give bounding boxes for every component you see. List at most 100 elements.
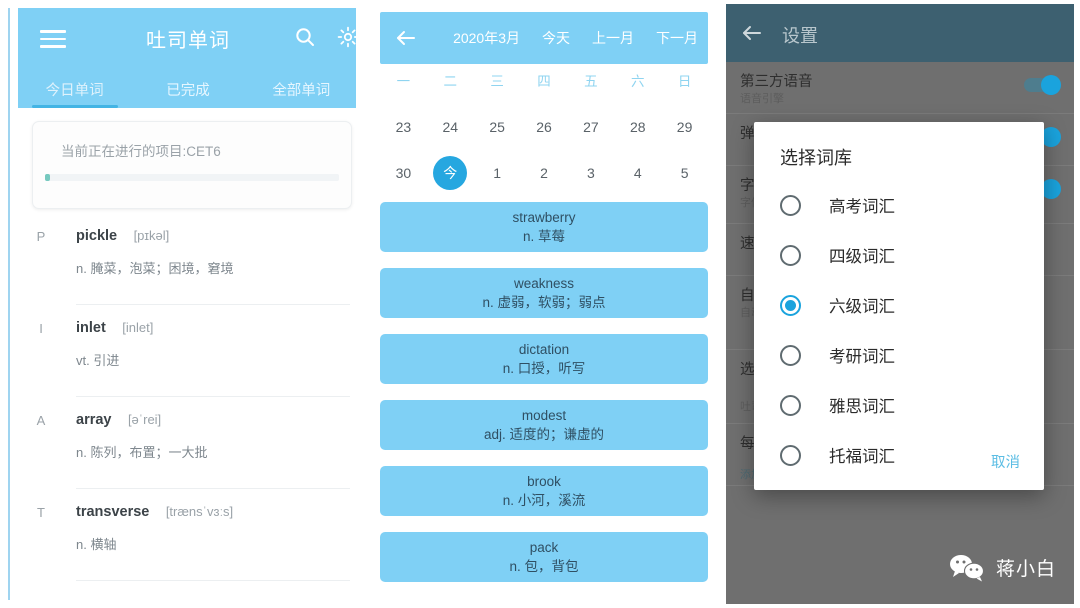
radio-button-icon[interactable] xyxy=(780,394,801,416)
calendar-day-cell[interactable]: 26 xyxy=(521,106,568,148)
middle-device-frame: 2020年3月 今天 上一月 下一月 一 二 三 四 五 六 日 23 24 2… xyxy=(372,6,716,602)
cancel-button[interactable]: 取消 xyxy=(991,451,1020,472)
calendar-day-label: 5 xyxy=(680,165,689,181)
calendar-day-label: 29 xyxy=(676,119,693,135)
weekday-label: 二 xyxy=(443,74,458,89)
settings-row-title: 第三方语音 xyxy=(740,74,813,90)
word-card-en: strawberry xyxy=(512,209,576,225)
settings-row-subtitle: 语音引擎 xyxy=(740,93,784,105)
radio-option-kaoyan[interactable]: 考研词汇 xyxy=(754,330,1044,380)
radio-option-ielts[interactable]: 雅思词汇 xyxy=(754,380,1044,430)
word-headline: array [əˈrei] xyxy=(76,411,161,429)
word-card-en: modest xyxy=(521,407,567,423)
list-item[interactable]: P pickle [pɪkəl] n. 腌菜，泡菜；困境，窘境 xyxy=(37,213,350,305)
middle-panel-calendar: 2020年3月 今天 上一月 下一月 一 二 三 四 五 六 日 23 24 2… xyxy=(368,0,720,608)
list-item[interactable]: T transverse [trænsˈvɜːs] n. 横轴 xyxy=(37,489,350,581)
gear-icon[interactable] xyxy=(336,25,356,51)
arrow-left-icon[interactable] xyxy=(394,26,418,50)
word-card[interactable]: brook n. 小河，溪流 xyxy=(380,466,708,516)
search-icon[interactable] xyxy=(293,25,319,51)
project-progress-fill xyxy=(45,174,50,181)
calendar-day-label: 3 xyxy=(586,165,595,181)
calendar-day-cell[interactable]: 27 xyxy=(567,106,614,148)
calendar-day-cell-today[interactable]: 今 xyxy=(427,152,474,194)
list-item[interactable]: I inlet [inlet] vt. 引进 xyxy=(39,305,350,397)
calendar-day-cell[interactable]: 28 xyxy=(614,106,661,148)
select-wordbook-dialog: 选择词库 高考词汇 四级词汇 六级词汇 考研词汇 雅思词汇 托福词汇 取消 xyxy=(754,122,1044,490)
radio-option-label: 考研词汇 xyxy=(829,348,895,366)
weekday-label: 一 xyxy=(396,74,411,89)
wordbook-radio-group: 高考词汇 四级词汇 六级词汇 考研词汇 雅思词汇 托福词汇 xyxy=(754,180,1044,480)
settings-appbar: 设置 xyxy=(726,4,1074,62)
radio-button-icon[interactable] xyxy=(780,244,801,266)
word-text: array xyxy=(76,412,112,428)
weekday-label: 五 xyxy=(584,74,598,89)
word-card-cn: adj. 适度的；谦虚的 xyxy=(483,426,605,442)
settings-row-third-party-voice[interactable]: 第三方语音 语音引擎 xyxy=(726,62,1074,114)
radio-option-cet4[interactable]: 四级词汇 xyxy=(754,230,1044,280)
dialog-title: 选择词库 xyxy=(780,148,852,168)
calendar-day-label: 2 xyxy=(540,165,548,181)
calendar-next-month-button[interactable]: 下一月 xyxy=(656,28,698,48)
project-progress-bar xyxy=(45,174,339,181)
word-card-cn: n. 口授，听写 xyxy=(502,360,586,376)
current-project-card[interactable]: 当前正在进行的项目:CET6 xyxy=(32,121,352,209)
radio-option-label: 四级词汇 xyxy=(829,248,895,266)
tab-completed-label: 已完成 xyxy=(166,82,210,99)
tab-completed[interactable]: 已完成 xyxy=(131,70,244,108)
radio-option-gaokao[interactable]: 高考词汇 xyxy=(754,180,1044,230)
tab-all-words[interactable]: 全部单词 xyxy=(245,70,356,108)
word-phonetic: [trænsˈvɜːs] xyxy=(165,504,234,519)
calendar-day-cell[interactable]: 3 xyxy=(567,152,614,194)
calendar-day-cell[interactable]: 29 xyxy=(661,106,708,148)
top-edge xyxy=(0,0,1080,3)
word-card-en: dictation xyxy=(518,341,570,357)
radio-button-icon-selected[interactable] xyxy=(780,294,801,316)
word-phonetic: [pɪkəl] xyxy=(133,228,170,243)
calendar-today-button[interactable]: 今天 xyxy=(542,28,570,48)
word-card-en: brook xyxy=(527,473,561,489)
calendar-week-row: 23 24 25 26 27 28 29 xyxy=(380,106,708,148)
radio-option-label: 六级词汇 xyxy=(829,298,895,316)
radio-button-icon[interactable] xyxy=(780,344,801,366)
word-headline: inlet [inlet] xyxy=(76,319,153,337)
calendar-day-cell[interactable]: 25 xyxy=(474,106,521,148)
tab-today-words[interactable]: 今日单词 xyxy=(18,70,131,108)
radio-button-icon[interactable] xyxy=(780,444,801,466)
tab-all-words-label: 全部单词 xyxy=(272,82,331,99)
arrow-left-icon[interactable] xyxy=(740,21,764,45)
calendar-day-label: 26 xyxy=(536,119,552,135)
list-item[interactable]: A array [əˈrei] n. 陈列，布置；一大批 xyxy=(37,397,350,489)
calendar-month-label: 2020年3月 xyxy=(453,30,520,46)
word-card[interactable]: weakness n. 虚弱，软弱；弱点 xyxy=(380,268,708,318)
word-card-cn: n. 包，背包 xyxy=(509,558,579,574)
word-card[interactable]: strawberry n. 草莓 xyxy=(380,202,708,252)
word-definition: vt. 引进 xyxy=(76,353,120,368)
calendar-day-label: 27 xyxy=(583,119,599,135)
word-card-en: pack xyxy=(529,539,559,555)
left-panel-today-words: 吐司单词 今日单词 已完成 全部单词 当前正在进行的项目:CET6 P pick… xyxy=(0,0,362,608)
radio-option-label: 雅思词汇 xyxy=(829,398,895,416)
word-card[interactable]: modest adj. 适度的；谦虚的 xyxy=(380,400,708,450)
calendar-day-cell[interactable]: 30 xyxy=(380,152,427,194)
radio-button-dot xyxy=(785,299,796,311)
calendar-day-cell[interactable]: 4 xyxy=(614,152,661,194)
calendar-day-cell[interactable]: 23 xyxy=(380,106,427,148)
radio-option-cet6[interactable]: 六级词汇 xyxy=(754,280,1044,330)
calendar-day-cell[interactable]: 2 xyxy=(521,152,568,194)
calendar-day-label: 23 xyxy=(395,119,412,135)
toggle-switch[interactable] xyxy=(1024,75,1061,95)
word-definition: n. 陈列，布置；一大批 xyxy=(76,445,208,460)
tab-today-words-label: 今日单词 xyxy=(45,82,104,99)
word-card[interactable]: dictation n. 口授，听写 xyxy=(380,334,708,384)
calendar-day-cell[interactable]: 24 xyxy=(427,106,474,148)
radio-button-icon[interactable] xyxy=(780,194,801,216)
calendar-day-cell[interactable]: 1 xyxy=(474,152,521,194)
word-text: transverse xyxy=(76,504,150,520)
calendar-prev-month-button[interactable]: 上一月 xyxy=(592,28,634,48)
calendar-day-cell[interactable]: 5 xyxy=(661,152,708,194)
watermark-label: 蒋小白 xyxy=(995,558,1056,580)
word-card[interactable]: pack n. 包，背包 xyxy=(380,532,708,582)
calendar-appbar-actions: 2020年3月 今天 上一月 下一月 xyxy=(432,12,708,64)
calendar-day-label: 1 xyxy=(493,165,502,181)
